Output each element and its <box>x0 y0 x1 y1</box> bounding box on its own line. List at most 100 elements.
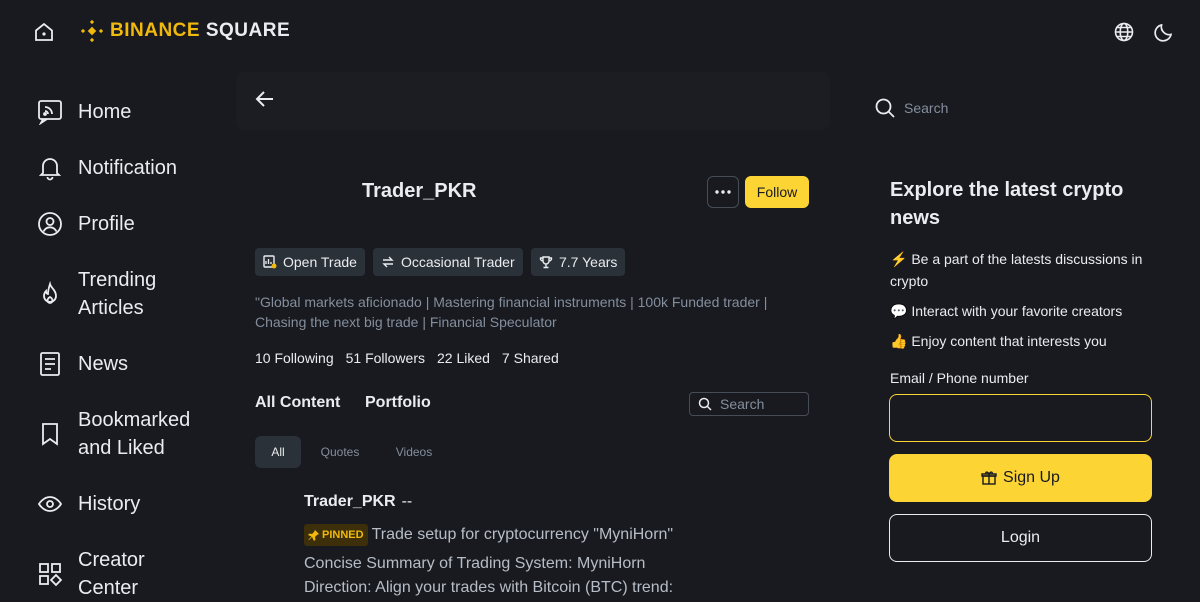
home-icon[interactable] <box>32 20 56 44</box>
follow-button[interactable]: Follow <box>745 176 809 208</box>
stat-liked-label: Liked <box>456 350 490 366</box>
sidebar-item-discussions: ⚡ Be a part of the latests discussions i… <box>890 248 1150 292</box>
profile-username: Trader_PKR <box>362 180 477 202</box>
tab-portfolio[interactable]: Portfolio <box>365 394 431 412</box>
filter-videos[interactable]: Videos <box>387 436 441 468</box>
badge-open-trade: Open Trade <box>255 248 365 276</box>
globe-icon[interactable] <box>1112 20 1136 44</box>
bell-icon <box>36 154 64 182</box>
content-search-placeholder: Search <box>720 396 765 412</box>
post-body-line-1: Concise Summary of Trading System: MyniH… <box>304 555 646 572</box>
binance-square-logo[interactable]: BINANCE SQUARE <box>80 19 290 43</box>
stat-liked: 22 Liked <box>437 350 490 366</box>
nav-trending-label: Trending Articles <box>78 269 157 319</box>
nav-creator-label: Creator Center <box>78 549 145 599</box>
fire-icon <box>36 280 64 308</box>
pinned-badge: PINNED <box>304 524 368 546</box>
top-search-field[interactable]: Search <box>874 96 1164 120</box>
profile-bio: "Global markets aficionado | Mastering f… <box>255 294 768 330</box>
profile-header-bar <box>236 72 830 130</box>
tab-all-content[interactable]: All Content <box>255 394 340 412</box>
badge-occasional-trader-label: Occasional Trader <box>401 254 515 270</box>
stat-shared-value: 7 <box>501 350 510 366</box>
nav-creator-center[interactable]: Creator Center <box>36 546 188 602</box>
bookmark-icon <box>36 420 64 448</box>
sidebar-item-content: 👍 Enjoy content that interests you <box>890 330 1150 352</box>
stat-following-label: Following <box>274 350 334 366</box>
lightning-icon: ⚡ <box>890 251 908 267</box>
sign-up-label: Sign Up <box>1003 469 1060 486</box>
nav-trending-articles[interactable]: Trending Articles <box>36 266 188 322</box>
nav-news-label: News <box>78 353 129 375</box>
nav-notification-label: Notification <box>78 157 177 179</box>
sidebar-item-content-text: Enjoy content that interests you <box>911 333 1107 349</box>
logo-text: BINANCE SQUARE <box>110 20 290 42</box>
filter-all[interactable]: All <box>255 436 301 468</box>
search-icon <box>698 397 712 411</box>
sidebar-heading: Explore the latest crypto news <box>890 179 1124 229</box>
sign-up-button[interactable]: Sign Up <box>889 454 1152 502</box>
binance-logo-icon <box>80 19 104 43</box>
user-icon <box>36 210 64 238</box>
speech-bubble-icon: 💬 <box>890 303 908 319</box>
stat-followers-label: Followers <box>365 350 425 366</box>
post-body-line-2: Direction: Align your trades with Bitcoi… <box>304 579 674 596</box>
stat-shared-label: Shared <box>513 350 559 366</box>
post-title: Trade setup for cryptocurrency "MyniHorn… <box>371 526 674 543</box>
pinned-label: PINNED <box>322 529 364 541</box>
back-arrow-icon[interactable] <box>254 88 276 110</box>
gift-icon <box>981 471 997 485</box>
eye-icon <box>36 490 64 518</box>
nav-bookmarked[interactable]: Bookmarked and Liked <box>36 406 208 462</box>
nav-history-label: History <box>78 493 141 515</box>
pin-icon <box>308 530 319 541</box>
nav-profile[interactable]: Profile <box>36 210 135 238</box>
top-bar: BINANCE SQUARE <box>0 0 1200 64</box>
stat-following[interactable]: 10 Following <box>255 350 334 366</box>
filter-quotes[interactable]: Quotes <box>313 436 367 468</box>
sidebar-item-creators: 💬 Interact with your favorite creators <box>890 300 1150 322</box>
nav-history[interactable]: History <box>36 490 140 518</box>
stat-shared: 7 Shared <box>502 350 559 366</box>
nav-home-label: Home <box>78 101 132 123</box>
stat-followers-value: 51 <box>345 350 362 366</box>
nav-bookmarked-label: Bookmarked and Liked <box>78 409 191 459</box>
post-header: Trader_PKR -- <box>304 493 412 511</box>
badge-occasional-trader: Occasional Trader <box>373 248 523 276</box>
trade-icon <box>263 255 277 269</box>
sidebar-item-creators-text: Interact with your favorite creators <box>911 303 1123 319</box>
grid-icon <box>36 560 64 588</box>
sidebar-item-discussions-text: Be a part of the latests discussions in … <box>890 251 1143 289</box>
logo-binance: BINANCE <box>110 20 201 41</box>
thumbs-up-icon: 👍 <box>890 333 908 349</box>
email-label: Email / Phone number <box>890 370 1029 386</box>
swap-icon <box>382 256 394 268</box>
post-separator: -- <box>401 493 413 510</box>
logo-square: SQUARE <box>205 20 291 41</box>
search-icon <box>875 98 895 118</box>
top-search-placeholder: Search <box>904 100 949 116</box>
badge-years: 7.7 Years <box>531 248 626 276</box>
home-feed-icon <box>36 98 64 126</box>
badge-open-trade-label: Open Trade <box>283 254 357 270</box>
trophy-icon <box>539 256 553 269</box>
stat-followers[interactable]: 51 Followers <box>346 350 425 366</box>
content-search-field[interactable]: Search <box>689 392 809 416</box>
stat-liked-value: 22 <box>436 350 453 366</box>
badge-years-label: 7.7 Years <box>559 254 618 270</box>
nav-home[interactable]: Home <box>36 98 131 126</box>
nav-notification[interactable]: Notification <box>36 154 177 182</box>
post-title-row[interactable]: PINNED Trade setup for cryptocurrency "M… <box>304 524 673 546</box>
moon-icon[interactable] <box>1152 20 1176 44</box>
news-icon <box>36 350 64 378</box>
post-author[interactable]: Trader_PKR <box>304 493 396 511</box>
profile-stats: 10 Following 51 Followers 22 Liked 7 Sha… <box>255 350 559 366</box>
stat-following-value: 10 <box>255 350 271 366</box>
login-button[interactable]: Login <box>889 514 1152 562</box>
more-options-button[interactable] <box>707 176 739 208</box>
nav-profile-label: Profile <box>78 213 135 235</box>
post-body[interactable]: Concise Summary of Trading System: MyniH… <box>304 552 673 600</box>
email-field[interactable] <box>889 394 1152 442</box>
nav-news[interactable]: News <box>36 350 128 378</box>
more-dots-icon <box>715 190 731 194</box>
